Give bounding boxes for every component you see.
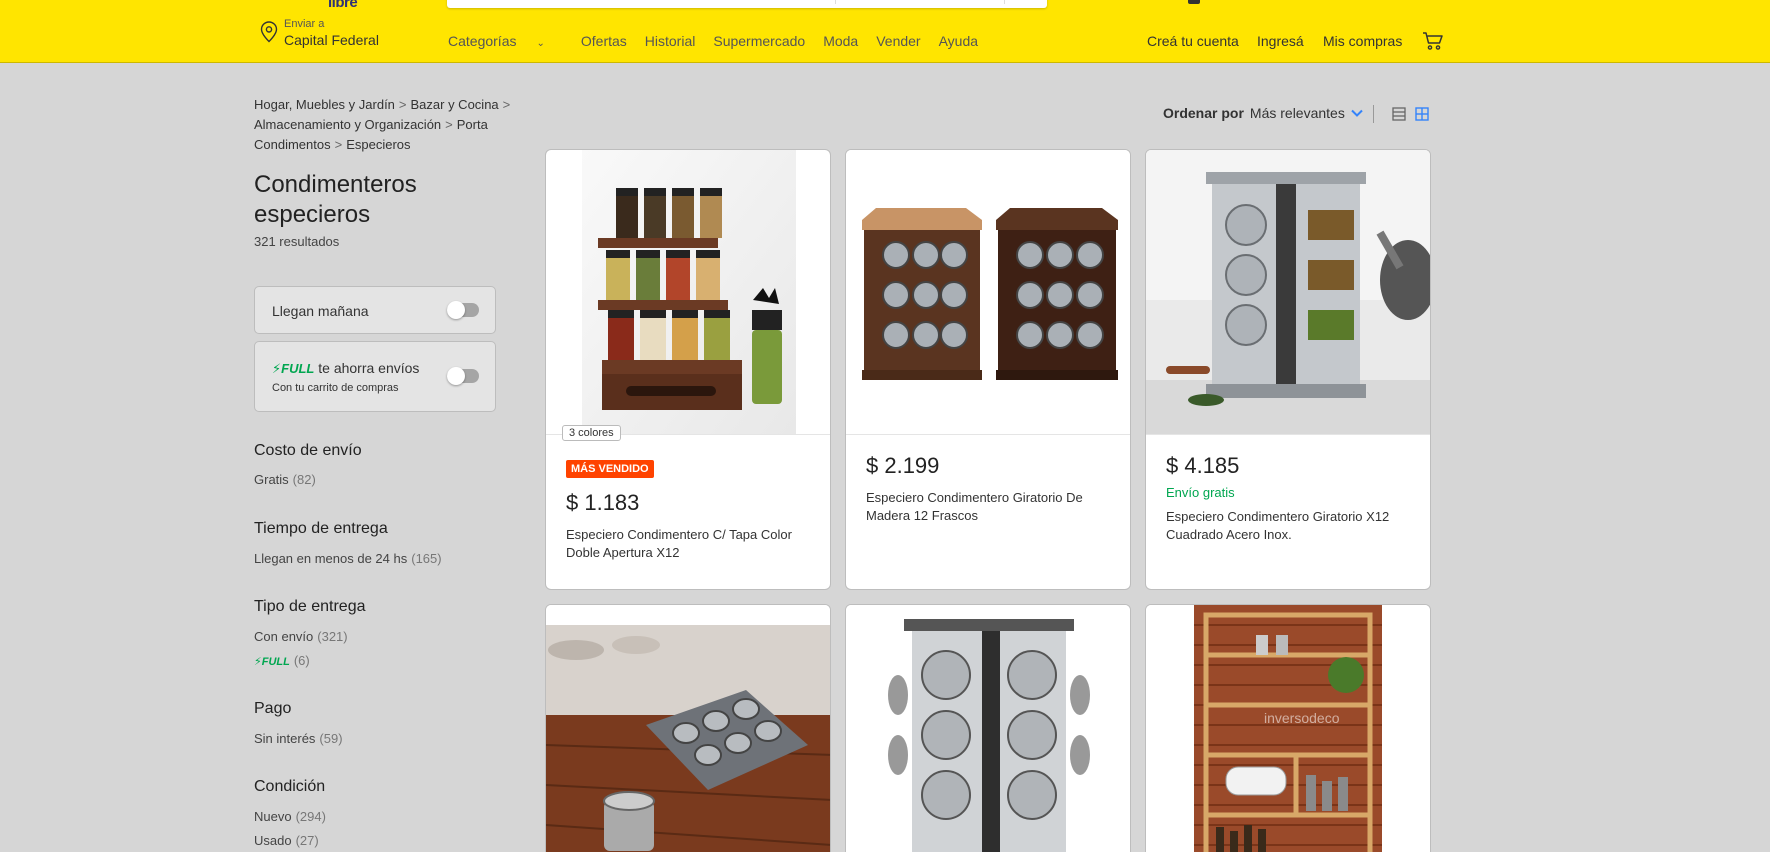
chevron-right-icon: > — [398, 97, 407, 112]
chevron-right-icon: > — [445, 117, 453, 132]
breadcrumb-item[interactable]: Especieros — [346, 137, 410, 152]
product-price: $ 4.185 — [1166, 453, 1240, 478]
results-count: 321 resultados — [254, 234, 340, 249]
product-price: $ 2.199 — [866, 453, 940, 478]
location-value: Capital Federal — [284, 32, 379, 48]
product-info: $ 4.185 Envío gratis Especiero Condiment… — [1166, 453, 1412, 544]
filter-title-condicion: Condición — [254, 778, 326, 795]
breadcrumb: Hogar, Muebles y Jardín > Bazar y Cocina > … — [254, 95, 524, 155]
filter-sublabel: Con tu carrito de compras — [272, 382, 399, 394]
product-info: $ 2.199 Especiero Condimentero Giratorio… — [866, 453, 1112, 525]
nav-ayuda[interactable]: Ayuda — [939, 33, 978, 49]
breadcrumb-item[interactable]: Hogar, Muebles y Jardín — [254, 97, 395, 112]
chevron-down-icon — [1351, 109, 1363, 117]
list-view-icon[interactable] — [1392, 107, 1406, 121]
nav-historial[interactable]: Historial — [645, 33, 696, 49]
filter-option[interactable]: Usado (27) — [254, 833, 319, 848]
my-purchases-link[interactable]: Mis compras — [1323, 33, 1402, 49]
sort-value: Más relevantes — [1249, 105, 1345, 121]
filter-option[interactable]: Gratis (82) — [254, 472, 316, 487]
product-price: $ 1.183 — [566, 490, 640, 515]
product-image[interactable] — [846, 150, 1130, 435]
colors-tag: 3 colores — [562, 425, 621, 441]
lightning-icon: ⚡ — [254, 656, 262, 668]
product-card[interactable]: $ 2.199 Especiero Condimentero Giratorio… — [845, 149, 1131, 590]
free-shipping-label: Envío gratis — [1166, 485, 1235, 500]
create-account-link[interactable]: Creá tu cuenta — [1147, 33, 1239, 49]
location-label: Enviar a — [284, 18, 325, 30]
product-image[interactable]: inversodeco — [1146, 605, 1430, 852]
product-card[interactable]: 3 colores MÁS VENDIDO $ 1.183 Especiero … — [545, 149, 831, 590]
toggle-switch[interactable] — [447, 367, 479, 385]
filter-title-costo-envio: Costo de envío — [254, 442, 362, 459]
product-info: MÁS VENDIDO $ 1.183 Especiero Condimente… — [566, 459, 812, 562]
filter-label: ⚡FULL te ahorra envíos — [272, 360, 420, 376]
header: libre Enviar a Capital Federal Categoría… — [0, 0, 1770, 63]
cart-icon[interactable] — [1422, 31, 1444, 51]
best-seller-badge: MÁS VENDIDO — [566, 460, 654, 478]
location-selector[interactable]: Enviar a Capital Federal — [260, 19, 379, 47]
page-title: Condimenteros especieros — [254, 171, 417, 228]
grid-view-icon[interactable] — [1415, 107, 1429, 121]
product-image[interactable] — [1146, 150, 1430, 435]
product-image[interactable] — [846, 605, 1130, 852]
chevron-down-icon: ⌄ — [536, 38, 545, 49]
product-card[interactable]: $ 4.185 Envío gratis Especiero Condiment… — [1145, 149, 1431, 590]
nav-ofertas[interactable]: Ofertas — [581, 33, 627, 49]
filter-option[interactable]: Nuevo (294) — [254, 809, 326, 824]
filter-full[interactable]: ⚡FULL te ahorra envíos Con tu carrito de… — [254, 341, 496, 412]
breadcrumb-item[interactable]: Bazar y Cocina — [411, 97, 499, 112]
nav-moda[interactable]: Moda — [823, 33, 858, 49]
filter-option[interactable]: Llegan en menos de 24 hs (165) — [254, 551, 442, 566]
product-card[interactable] — [845, 604, 1131, 852]
search-bar[interactable] — [447, 0, 1047, 8]
product-image[interactable] — [546, 605, 830, 852]
toggle-switch[interactable] — [447, 301, 479, 319]
product-image[interactable] — [546, 150, 830, 435]
filter-option[interactable]: Con envío (321) — [254, 629, 348, 644]
nav-vender[interactable]: Vender — [876, 33, 920, 49]
logo[interactable]: libre — [328, 0, 358, 11]
watermark-text: inversodeco — [1264, 710, 1340, 726]
filter-title-tipo-entrega: Tipo de entrega — [254, 598, 366, 615]
promo-icon[interactable] — [1188, 0, 1200, 4]
sort-dropdown[interactable]: Ordenar por Más relevantes — [1163, 105, 1363, 121]
main-nav: Categorías ⌄ Ofertas Historial Supermerca… — [448, 33, 996, 49]
lightning-icon: ⚡ — [272, 361, 282, 376]
product-title[interactable]: Especiero Condimentero C/ Tapa Color Dob… — [566, 526, 812, 562]
filter-label: Llegan mañana — [272, 303, 369, 319]
full-logo: ⚡FULL — [272, 361, 315, 376]
nav-supermercado[interactable]: Supermercado — [713, 33, 805, 49]
filter-title-tiempo-entrega: Tiempo de entrega — [254, 520, 388, 537]
nav-categorias[interactable]: Categorías ⌄ — [448, 33, 563, 49]
chevron-right-icon: > — [334, 137, 343, 152]
filter-option-full[interactable]: ⚡FULL (6) — [254, 653, 310, 668]
location-pin-icon — [260, 21, 278, 43]
filter-option[interactable]: Sin interés (59) — [254, 731, 343, 746]
filter-title-pago: Pago — [254, 700, 292, 717]
filter-llegan-manana[interactable]: Llegan mañana — [254, 286, 496, 334]
divider — [1373, 105, 1374, 123]
breadcrumb-item[interactable]: Almacenamiento y Organización — [254, 117, 441, 132]
product-card[interactable] — [545, 604, 831, 852]
chevron-right-icon: > — [502, 97, 511, 112]
product-title[interactable]: Especiero Condimentero Giratorio X12 Cua… — [1166, 508, 1412, 544]
sort-label: Ordenar por — [1163, 105, 1244, 121]
login-link[interactable]: Ingresá — [1257, 33, 1304, 49]
product-title[interactable]: Especiero Condimentero Giratorio De Made… — [866, 489, 1112, 525]
product-card[interactable]: inversodeco — [1145, 604, 1431, 852]
